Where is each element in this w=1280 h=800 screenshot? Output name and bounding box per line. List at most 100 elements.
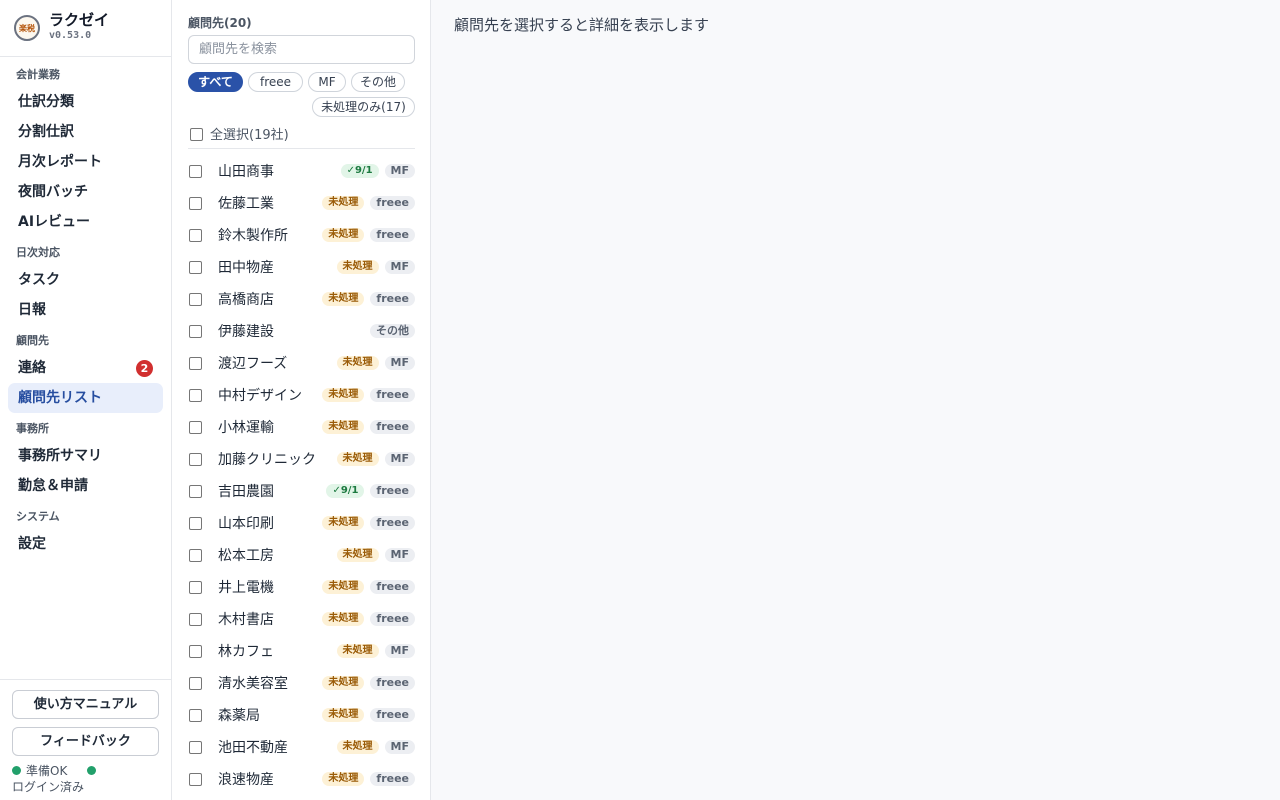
sidebar-item-contact[interactable]: 連絡 2 [8, 353, 163, 383]
sidebar-item-office-summary[interactable]: 事務所サマリ [8, 441, 163, 471]
brand-header: 楽税 ラクゼイ v0.53.0 [0, 0, 171, 57]
client-checkbox[interactable] [189, 548, 202, 562]
accounting-system-badge: freee [370, 420, 415, 434]
pending-badge: 未処理 [336, 740, 379, 754]
client-search-input[interactable] [188, 35, 415, 64]
accounting-system-badge: freee [370, 708, 415, 722]
client-checkbox[interactable] [189, 196, 202, 210]
client-row[interactable]: 田中物産 未処理 MF [188, 251, 415, 283]
pending-badge: 未処理 [336, 644, 379, 658]
client-row[interactable]: 高橋商店 未処理 freee [188, 283, 415, 315]
client-row[interactable]: 林カフェ 未処理 MF [188, 635, 415, 667]
client-tags: 未処理 freee [316, 612, 415, 626]
client-tags: 未処理 freee [316, 292, 415, 306]
client-row[interactable]: 池田不動産 未処理 MF [188, 731, 415, 763]
client-checkbox[interactable] [189, 420, 202, 434]
client-checkbox[interactable] [189, 260, 202, 274]
app-name: ラクゼイ [49, 11, 110, 29]
client-tags: 未処理 freee [316, 196, 415, 210]
client-row[interactable]: 浪速物産 未処理 freee [188, 763, 415, 795]
client-name: 森薬局 [218, 708, 260, 724]
filter-pending-only[interactable]: 未処理のみ(17) [312, 97, 415, 117]
filter-other[interactable]: その他 [351, 72, 405, 92]
pending-badge: 未処理 [336, 356, 379, 370]
client-tags: 未処理 freee [316, 228, 415, 242]
client-checkbox[interactable] [189, 580, 202, 594]
client-checkbox[interactable] [189, 612, 202, 626]
sidebar-item-journal-classify[interactable]: 仕訳分類 [8, 87, 163, 117]
sidebar-item-daily-report[interactable]: 日報 [8, 295, 163, 325]
accounting-system-badge: freee [370, 196, 415, 210]
accounting-system-badge: MF [384, 260, 415, 274]
client-checkbox[interactable] [189, 708, 202, 722]
client-checkbox[interactable] [189, 740, 202, 754]
filter-mf[interactable]: MF [308, 72, 346, 92]
client-checkbox[interactable] [189, 356, 202, 370]
accounting-system-badge: freee [370, 580, 415, 594]
accounting-system-badge: freee [370, 676, 415, 690]
client-row[interactable]: 佐藤工業 未処理 freee [188, 187, 415, 219]
client-checkbox[interactable] [189, 164, 202, 178]
client-row[interactable]: 鈴木製作所 未処理 freee [188, 219, 415, 251]
client-tags: ✓9/1 MF [335, 164, 415, 178]
client-checkbox[interactable] [189, 292, 202, 306]
client-tags: 未処理 freee [316, 420, 415, 434]
sidebar-item-client-list[interactable]: 顧問先リスト [8, 383, 163, 413]
client-name: 山本印刷 [218, 516, 274, 532]
client-tags: 未処理 MF [331, 740, 415, 754]
nav-section-clients: 顧問先 [16, 334, 49, 347]
client-checkbox[interactable] [189, 452, 202, 466]
client-list-title: 顧問先(20) [188, 16, 252, 30]
sidebar-item-settings[interactable]: 設定 [8, 529, 163, 559]
client-checkbox[interactable] [189, 324, 202, 338]
client-row[interactable]: 木村書店 未処理 freee [188, 603, 415, 635]
client-row[interactable]: 小林運輸 未処理 freee [188, 411, 415, 443]
accounting-system-badge: freee [370, 484, 415, 498]
client-tags: 未処理 MF [331, 356, 415, 370]
client-checkbox[interactable] [189, 484, 202, 498]
client-row[interactable]: 伊藤建設 その他 [188, 315, 415, 347]
select-all-checkbox[interactable] [190, 128, 203, 141]
pending-badge: 未処理 [336, 260, 379, 274]
client-row[interactable]: 松本工房 未処理 MF [188, 539, 415, 571]
sidebar-item-monthly-report[interactable]: 月次レポート [8, 147, 163, 177]
accounting-system-badge: その他 [370, 324, 415, 338]
client-checkbox[interactable] [189, 228, 202, 242]
sidebar-item-night-batch[interactable]: 夜間バッチ [8, 177, 163, 207]
client-checkbox[interactable] [189, 772, 202, 786]
client-row[interactable]: 山田商事 ✓9/1 MF [188, 155, 415, 187]
client-checkbox[interactable] [189, 644, 202, 658]
client-row[interactable]: 山本印刷 未処理 freee [188, 507, 415, 539]
client-rows: 山田商事 ✓9/1 MF 佐藤工業 未処理 freee 鈴木製作所 未処理 freee 田中物産未… [188, 155, 415, 795]
client-row[interactable]: 井上電機 未処理 freee [188, 571, 415, 603]
sidebar-item-split-journal[interactable]: 分割仕訳 [8, 117, 163, 147]
client-row[interactable]: 中村デザイン 未処理 freee [188, 379, 415, 411]
client-tags: 未処理 freee [316, 676, 415, 690]
client-tags: 未処理 MF [331, 452, 415, 466]
client-name: 林カフェ [218, 644, 274, 660]
accounting-system-badge: freee [370, 612, 415, 626]
pending-badge: 未処理 [322, 292, 365, 306]
sidebar-item-ai-review[interactable]: AIレビュー [8, 207, 163, 237]
sidebar-item-attendance[interactable]: 勤怠＆申請 [8, 471, 163, 501]
nav-section-accounting: 会計業務 [16, 68, 60, 81]
client-checkbox[interactable] [189, 388, 202, 402]
client-checkbox[interactable] [189, 676, 202, 690]
select-all[interactable]: 全選択(19社) [188, 124, 415, 149]
client-row[interactable]: 吉田農園 ✓9/1 freee [188, 475, 415, 507]
client-row[interactable]: 渡辺フーズ 未処理 MF [188, 347, 415, 379]
client-row[interactable]: 森薬局 未処理 freee [188, 699, 415, 731]
pending-badge: 未処理 [322, 420, 365, 434]
filter-all[interactable]: すべて [188, 72, 243, 92]
feedback-button[interactable]: フィードバック [12, 727, 159, 756]
accounting-system-badge: MF [384, 356, 415, 370]
sidebar-item-tasks[interactable]: タスク [8, 265, 163, 295]
manual-button[interactable]: 使い方マニュアル [12, 690, 159, 719]
accounting-system-badge: MF [384, 452, 415, 466]
accounting-system-badge: freee [370, 388, 415, 402]
client-row[interactable]: 清水美容室 未処理 freee [188, 667, 415, 699]
client-row[interactable]: 加藤クリニック 未処理 MF [188, 443, 415, 475]
status-dot-icon [12, 765, 21, 775]
filter-freee[interactable]: freee [248, 72, 303, 92]
client-checkbox[interactable] [189, 516, 202, 530]
